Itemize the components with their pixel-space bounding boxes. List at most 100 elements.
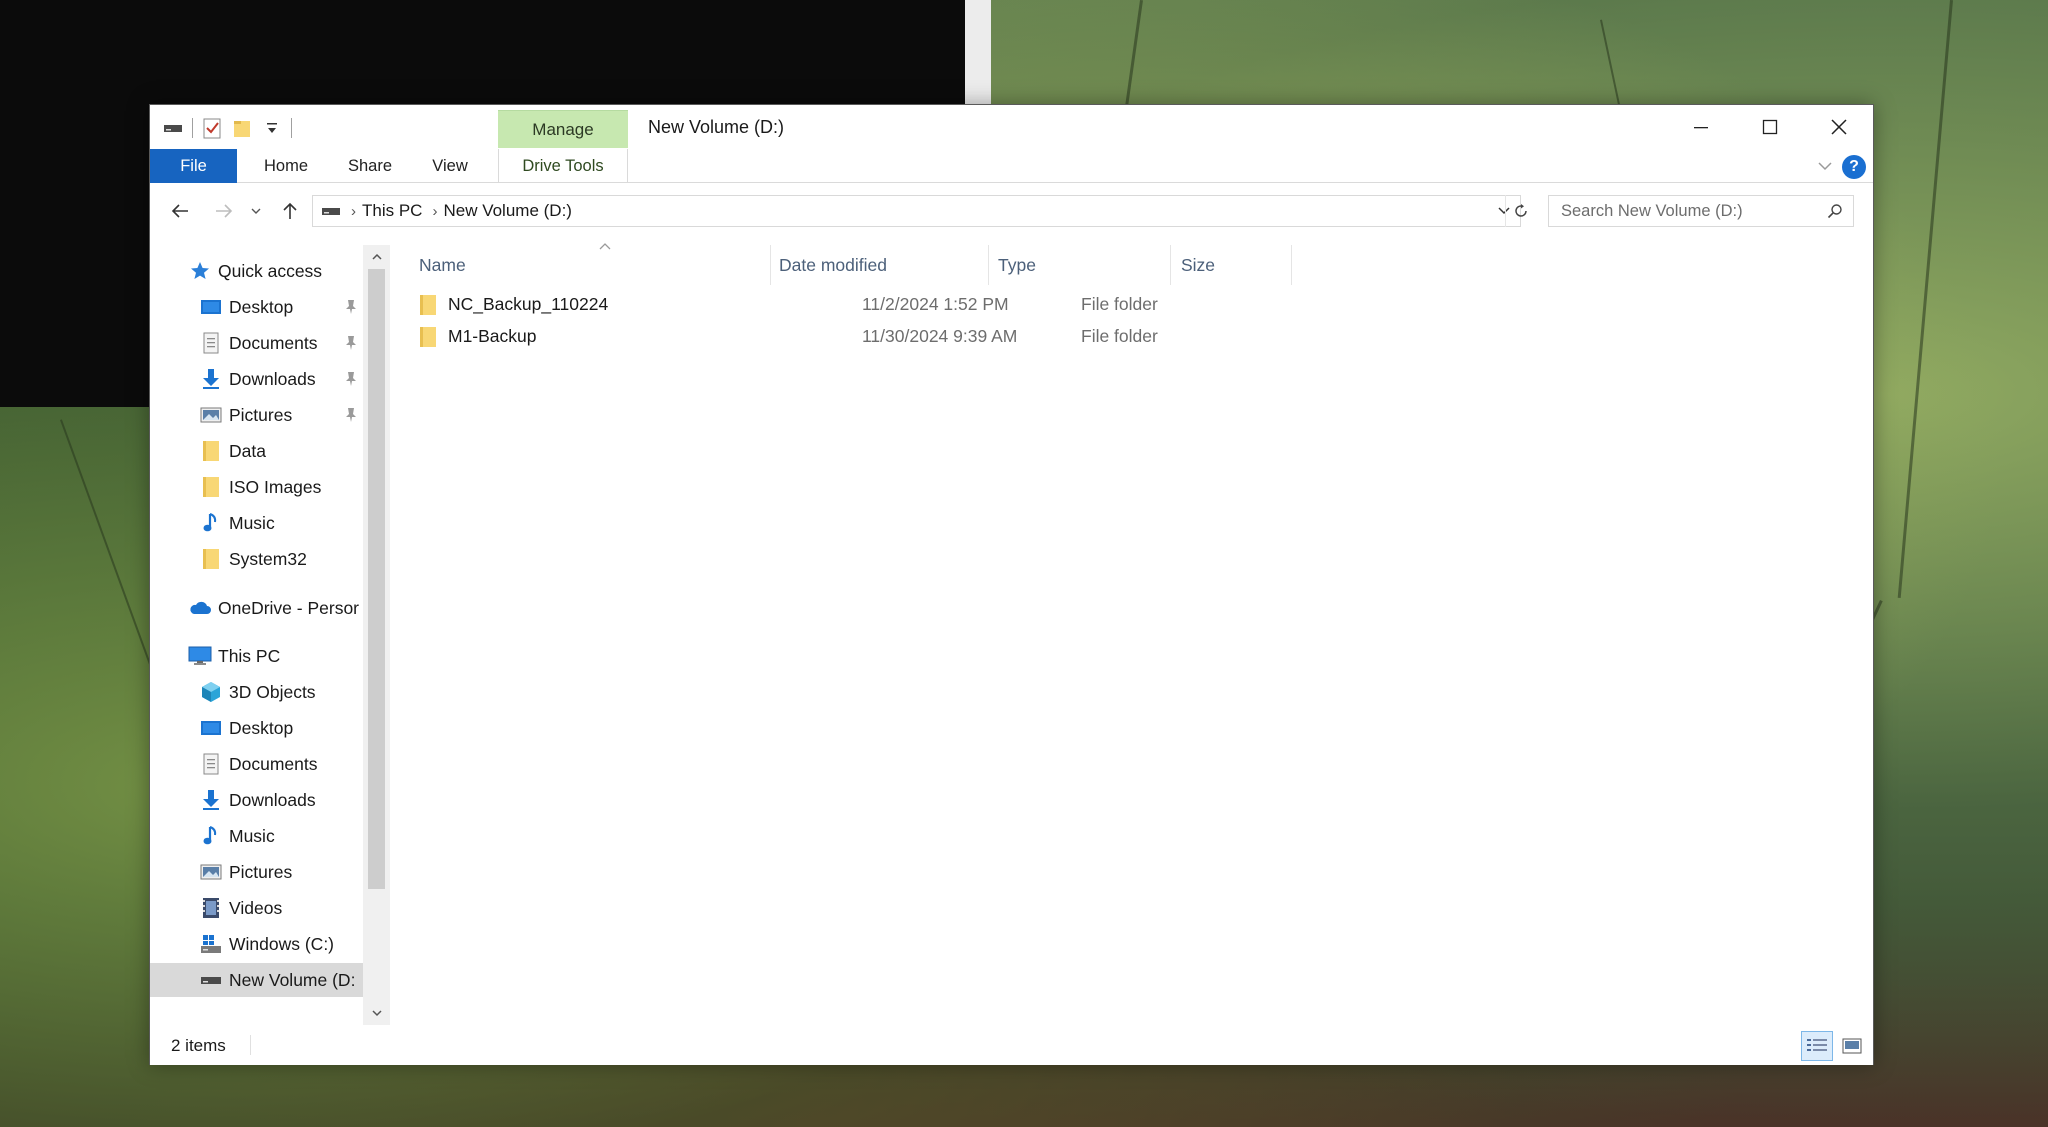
customize-toolbar-icon[interactable] xyxy=(261,117,283,139)
title-bar: Manage New Volume (D:) xyxy=(150,105,1873,149)
pin-icon[interactable] xyxy=(344,407,358,423)
file-date: 11/2/2024 1:52 PM xyxy=(862,294,1009,314)
tab-file[interactable]: File xyxy=(150,149,237,183)
nav-this-pc[interactable]: This PC xyxy=(150,639,363,673)
documents-icon xyxy=(199,331,223,355)
tab-home[interactable]: Home xyxy=(246,149,326,183)
nav-item-label: Downloads xyxy=(229,368,316,389)
folder-icon xyxy=(418,325,442,349)
tab-share[interactable]: Share xyxy=(330,149,410,183)
nav-item-label: Quick access xyxy=(218,260,323,281)
properties-icon[interactable] xyxy=(201,117,223,139)
nav-pc-documents[interactable]: Documents xyxy=(150,747,363,781)
expand-ribbon-icon[interactable] xyxy=(1817,159,1833,173)
folder-icon xyxy=(199,547,223,571)
scroll-thumb[interactable] xyxy=(368,269,385,889)
pictures-icon xyxy=(199,860,223,884)
tab-drive-tools[interactable]: Drive Tools xyxy=(498,149,628,183)
maximize-icon xyxy=(1762,119,1777,135)
breadcrumb-new-volume[interactable]: New Volume (D:) xyxy=(443,201,571,221)
drive-icon[interactable] xyxy=(162,117,184,139)
pin-icon[interactable] xyxy=(344,371,358,387)
column-header-date-modified[interactable]: Date modified xyxy=(770,245,988,285)
file-name-cell: M1-Backup xyxy=(418,321,537,352)
nav-onedrive[interactable]: OneDrive - Persor xyxy=(150,591,363,625)
breadcrumb-chevron-icon[interactable]: › xyxy=(432,203,437,220)
large-icons-view-button[interactable] xyxy=(1837,1031,1867,1061)
tab-view[interactable]: View xyxy=(415,149,485,183)
nav-quick-music[interactable]: Music xyxy=(150,506,363,540)
close-icon xyxy=(1830,119,1847,135)
help-icon[interactable]: ? xyxy=(1842,155,1866,179)
nav-quick-documents[interactable]: Documents xyxy=(150,326,363,360)
nav-quick-data[interactable]: Data xyxy=(150,434,363,468)
music-icon xyxy=(199,511,223,535)
breadcrumb-chevron-icon[interactable]: › xyxy=(351,203,356,220)
navigation-scrollbar[interactable] xyxy=(363,245,390,1025)
new-folder-icon[interactable] xyxy=(231,117,253,139)
search-box[interactable] xyxy=(1548,195,1854,227)
ribbon-tab-bar: File Home Share View Drive Tools ? xyxy=(150,149,1873,183)
close-button[interactable] xyxy=(1804,105,1873,149)
file-type: File folder xyxy=(1081,326,1158,346)
nav-pc-new-volume-d[interactable]: New Volume (D: xyxy=(150,963,363,997)
column-header-name[interactable]: Name xyxy=(392,245,770,285)
breadcrumb-this-pc[interactable]: This PC xyxy=(362,201,422,221)
window-gap xyxy=(965,0,991,104)
windows-drive-icon xyxy=(199,932,223,956)
minimize-button[interactable] xyxy=(1666,105,1735,149)
pin-icon[interactable] xyxy=(344,299,358,315)
nav-quick-pictures[interactable]: Pictures xyxy=(150,398,363,432)
nav-pc-3d-objects[interactable]: 3D Objects xyxy=(150,675,363,709)
nav-item-label: System32 xyxy=(229,548,307,569)
up-button[interactable] xyxy=(275,196,305,226)
column-header-size[interactable]: Size xyxy=(1170,245,1291,285)
up-arrow-icon xyxy=(283,202,297,219)
status-bar: 2 items xyxy=(150,1025,1873,1065)
file-row[interactable]: M1-Backup 11/30/2024 9:39 AM File folder xyxy=(410,321,1158,352)
column-divider[interactable] xyxy=(1291,245,1292,285)
navigation-pane: Quick access Desktop Documents Downloads… xyxy=(150,245,390,1025)
videos-icon xyxy=(199,896,223,920)
nav-quick-access[interactable]: Quick access xyxy=(150,254,363,288)
nav-pc-videos[interactable]: Videos xyxy=(150,891,363,925)
nav-quick-iso-images[interactable]: ISO Images xyxy=(150,470,363,504)
search-icon[interactable] xyxy=(1827,203,1843,219)
forward-button[interactable] xyxy=(209,196,239,226)
scroll-up-button[interactable] xyxy=(363,245,390,269)
back-button[interactable] xyxy=(165,196,195,226)
file-type: File folder xyxy=(1081,294,1158,314)
nav-item-label: Videos xyxy=(229,897,283,918)
scroll-down-button[interactable] xyxy=(363,1001,390,1025)
nav-item-label: New Volume (D: xyxy=(229,969,356,990)
nav-pc-pictures[interactable]: Pictures xyxy=(150,855,363,889)
nav-quick-downloads[interactable]: Downloads xyxy=(150,362,363,396)
nav-quick-desktop[interactable]: Desktop xyxy=(150,290,363,324)
computer-icon xyxy=(188,644,212,668)
nav-pc-music[interactable]: Music xyxy=(150,819,363,853)
search-input[interactable] xyxy=(1561,201,1821,221)
refresh-button[interactable] xyxy=(1505,195,1535,227)
cloud-icon xyxy=(188,596,212,620)
chevron-up-icon xyxy=(371,253,382,260)
maximize-button[interactable] xyxy=(1735,105,1804,149)
nav-pc-downloads[interactable]: Downloads xyxy=(150,783,363,817)
column-header-type[interactable]: Type xyxy=(988,245,1170,285)
star-icon xyxy=(188,259,212,283)
nav-item-label: Music xyxy=(229,825,275,846)
window-controls xyxy=(1666,105,1873,149)
address-bar[interactable]: › This PC › New Volume (D:) xyxy=(312,195,1521,227)
minimize-icon xyxy=(1693,127,1708,129)
details-view-button[interactable] xyxy=(1801,1031,1833,1061)
recent-locations-button[interactable] xyxy=(245,196,267,226)
nav-quick-system32[interactable]: System32 xyxy=(150,542,363,576)
nav-pc-desktop[interactable]: Desktop xyxy=(150,711,363,745)
pin-icon[interactable] xyxy=(344,335,358,351)
toolbar-separator xyxy=(192,118,193,138)
desktop-icon xyxy=(199,716,223,740)
nav-item-label: Desktop xyxy=(229,717,294,738)
file-row[interactable]: NC_Backup_110224 11/2/2024 1:52 PM File … xyxy=(410,289,1158,320)
nav-pc-windows-c[interactable]: Windows (C:) xyxy=(150,927,363,961)
nav-item-label: Pictures xyxy=(229,404,293,425)
nav-item-label: Documents xyxy=(229,753,318,774)
